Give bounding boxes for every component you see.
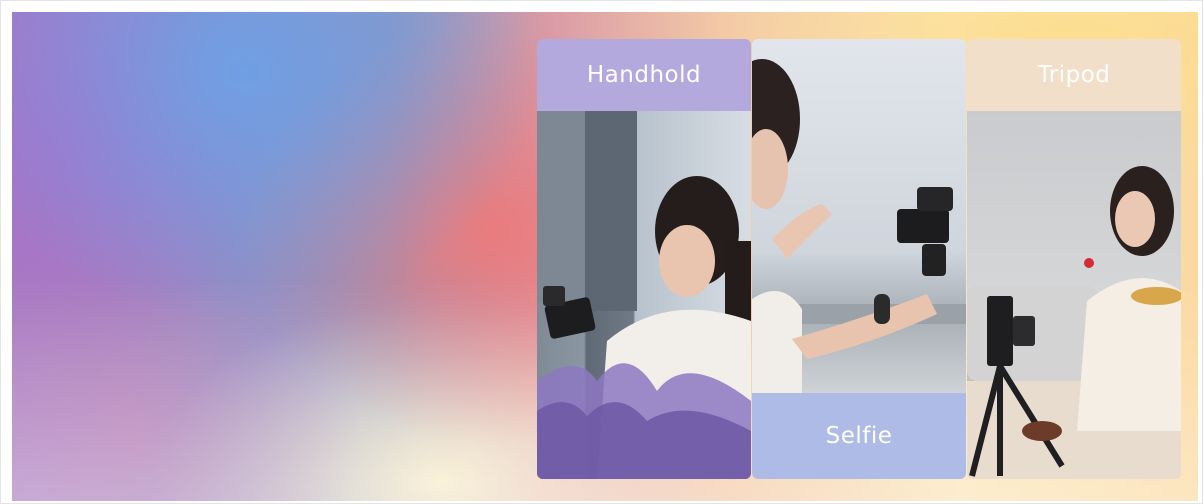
camera-screen — [1013, 316, 1035, 346]
panel-handhold: Handhold — [537, 39, 751, 479]
handle-grip — [922, 244, 946, 276]
handhold-photo — [537, 111, 751, 479]
selfie-label: Selfie — [752, 393, 966, 479]
handhold-label: Handhold — [537, 39, 751, 111]
building-left — [537, 111, 585, 301]
waving-hand — [772, 204, 832, 259]
camera-module — [917, 187, 953, 211]
strawberry — [1084, 258, 1094, 268]
phone-device — [897, 209, 949, 243]
face — [659, 225, 715, 297]
selfie-illustration — [752, 59, 966, 393]
camera-body — [987, 296, 1013, 366]
product-banner: Handhold Selfie Tripod — [12, 12, 1198, 501]
tripod-illustration — [967, 166, 1181, 479]
wristband — [874, 294, 890, 324]
panel-selfie: Selfie — [752, 39, 966, 479]
page-frame: Handhold Selfie Tripod — [0, 0, 1203, 504]
face — [1115, 191, 1155, 247]
coffee-cup — [1022, 421, 1062, 441]
selfie-photo — [752, 39, 966, 393]
camera-head — [543, 286, 565, 306]
arm — [792, 294, 937, 359]
building-center — [585, 111, 637, 311]
sandwich-plate — [1131, 287, 1181, 305]
handhold-illustration — [537, 111, 751, 479]
tripod-photo — [967, 111, 1181, 479]
tripod-label: Tripod — [967, 39, 1181, 111]
panel-tripod: Tripod — [967, 39, 1181, 479]
